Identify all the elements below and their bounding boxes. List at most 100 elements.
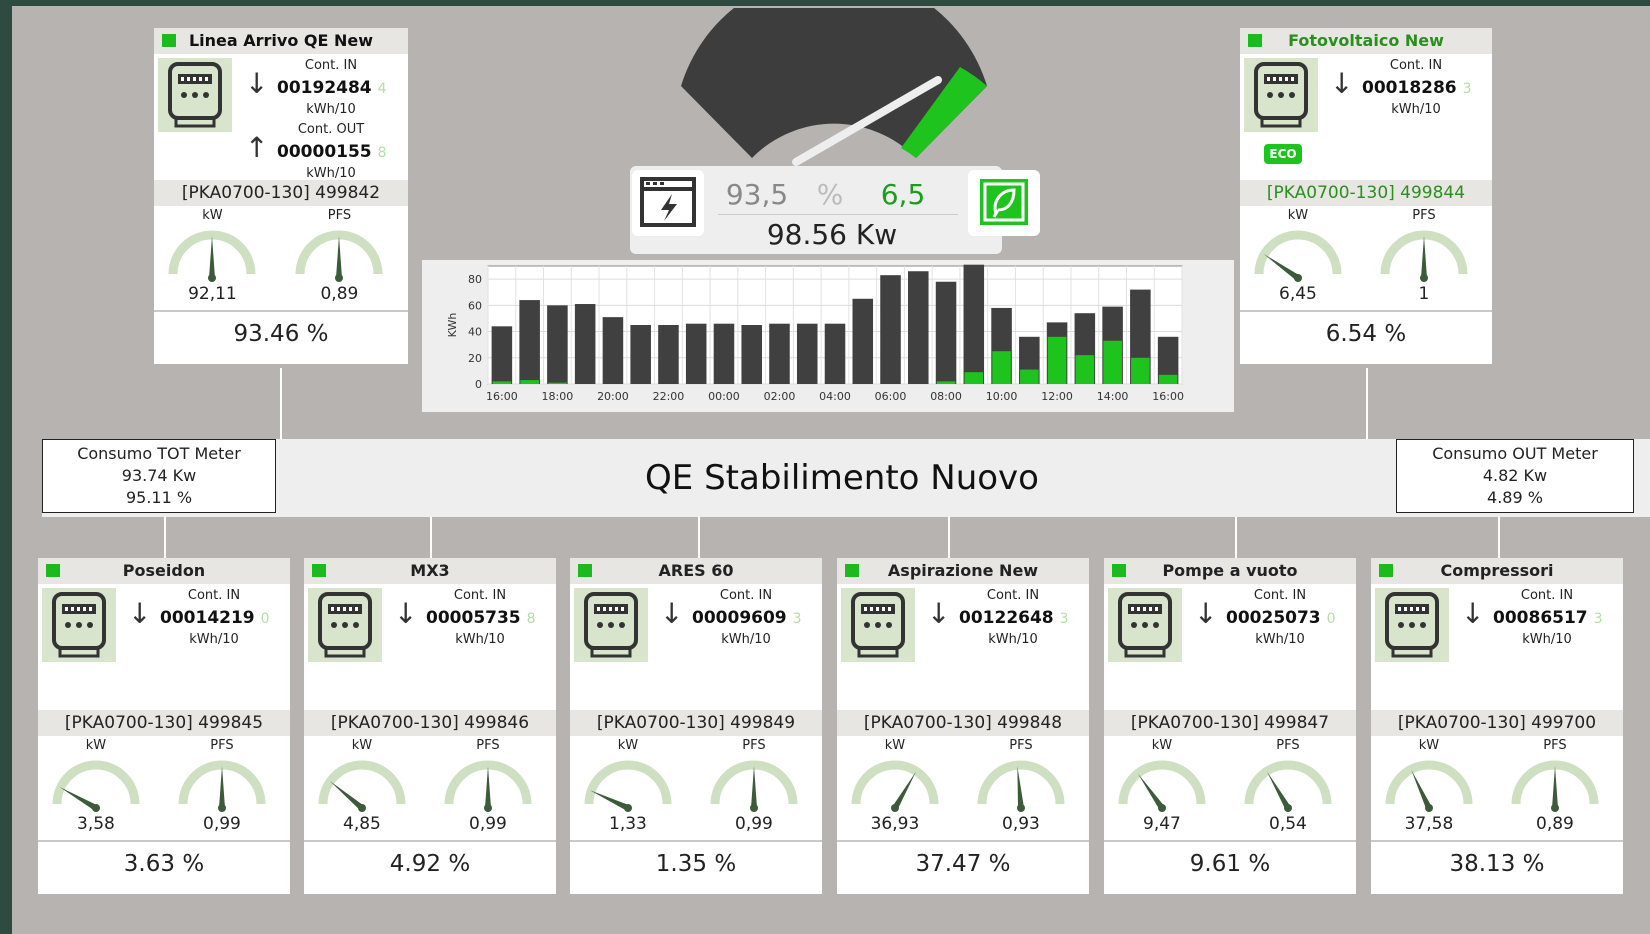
card-header: ARES 60	[570, 558, 822, 584]
meter-card[interactable]: Linea Arrivo QE New ↓ Cont. IN 00192484 4 kWh…	[154, 28, 408, 364]
card-header: MX3	[304, 558, 556, 584]
meter-id: [PKA0700-130] 499842	[154, 180, 408, 206]
pfs-gauge-dial	[444, 760, 532, 812]
pfs-value: 0,89	[1536, 814, 1574, 834]
cont-in-value: 00014219 0	[160, 608, 270, 628]
chart-bar	[685, 323, 707, 384]
connector-line	[164, 516, 166, 562]
percent-sign: %	[816, 178, 844, 211]
cont-in-label: Cont. IN	[453, 588, 507, 603]
cont-in-unit: kWh/10	[988, 632, 1038, 647]
pfs-gauge-dial	[977, 760, 1065, 812]
arrow-down-icon: ↓	[1194, 597, 1218, 630]
chart-bar	[630, 325, 651, 384]
meter-card[interactable]: Compressori ↓ Cont. IN 00086517 3 kWh/10 [PKA0…	[1371, 558, 1623, 894]
cont-in-number: 00025073	[1226, 608, 1321, 628]
chart-bar	[880, 275, 901, 384]
meter-icon-box	[158, 58, 232, 132]
chart-bar-green	[992, 351, 1011, 384]
electric-meter-icon	[584, 592, 638, 658]
cont-in-number: 00192484	[277, 78, 372, 98]
kw-gauge	[167, 226, 257, 288]
arrow-down-icon: ↓	[394, 597, 418, 630]
meter-card[interactable]: Pompe a vuoto ↓ Cont. IN 00025073 0 kWh/10 [PK…	[1104, 558, 1356, 894]
pfs-gauge-dial	[1511, 760, 1599, 812]
meter-card[interactable]: MX3 ↓ Cont. IN 00005735 8 kWh/10 [PKA0700-130]…	[304, 558, 556, 894]
chart-bar	[852, 298, 874, 384]
cont-in-label: Cont. IN	[986, 588, 1040, 603]
chart-x-tick-label: 08:00	[930, 390, 962, 403]
kw-gauge	[583, 756, 673, 818]
kw-value: 37,58	[1404, 814, 1454, 834]
card-header: Linea Arrivo QE New	[154, 28, 408, 54]
electric-meter-icon	[1254, 62, 1308, 128]
kw-value: 6,45	[1279, 284, 1317, 304]
kw-gauge	[850, 756, 940, 818]
chart-bar	[824, 323, 846, 384]
kw-gauge	[1117, 756, 1207, 818]
pfs-gauge	[294, 226, 384, 288]
kw-label: kW	[85, 738, 107, 753]
meter-card[interactable]: Aspirazione New ↓ Cont. IN 00122648 3 kWh/10 […	[837, 558, 1089, 894]
card-title: Poseidon	[122, 561, 206, 580]
cont-in-number: 00018286	[1362, 78, 1457, 98]
pfs-gauge	[1379, 226, 1469, 288]
pfs-gauge	[177, 756, 267, 818]
pfs-gauge-dial	[1244, 760, 1332, 812]
cont-in-unit: kWh/10	[1255, 632, 1305, 647]
chart-bar	[796, 323, 818, 384]
cont-in-decimal: 3	[1059, 611, 1069, 627]
kw-value: 92,11	[188, 284, 237, 304]
card-header: Fotovoltaico New	[1240, 28, 1492, 54]
cont-in-unit: kWh/10	[1522, 632, 1572, 647]
meter-card[interactable]: Poseidon ↓ Cont. IN 00014219 0 kWh/10 [PKA0700…	[38, 558, 290, 894]
kw-value: 3,58	[77, 814, 115, 834]
cont-out-value: 00000155 8	[277, 142, 387, 162]
chart-x-tick-label: 04:00	[819, 390, 851, 403]
pfs-value: 0,99	[469, 814, 507, 834]
kw-label: kW	[617, 738, 639, 753]
kw-gauge-dial	[52, 760, 140, 812]
kw-gauge-dial	[1118, 760, 1206, 812]
connector-line	[1498, 516, 1500, 562]
cont-in-unit: kWh/10	[721, 632, 771, 647]
meter-card[interactable]: Fotovoltaico New ↓ Cont. IN 00018286 3 kWh/10…	[1240, 28, 1492, 364]
electric-meter-icon	[851, 592, 905, 658]
meter-icon-box	[1108, 588, 1182, 662]
pfs-value: 0,89	[320, 284, 359, 304]
cont-in-label: Cont. IN	[719, 588, 773, 603]
kw-value: 1,33	[609, 814, 647, 834]
chart-bar-green	[1075, 355, 1095, 384]
consumo-tot-title: Consumo TOT Meter	[77, 444, 241, 463]
pfs-gauge-dial	[178, 760, 266, 812]
chart-bar-green	[492, 381, 512, 384]
consumo-tot-power: 93.74 Kw	[121, 466, 197, 485]
cont-in-value: 00086517 3	[1493, 608, 1603, 628]
chart-bar-green	[1047, 336, 1067, 384]
chart-y-tick-label: 80	[468, 273, 482, 286]
meter-percent: 4.92 %	[304, 840, 556, 884]
card-title: ARES 60	[658, 561, 734, 580]
connector-line	[280, 368, 282, 440]
pfs-label: PFS	[327, 208, 352, 223]
chart-y-tick-label: 0	[475, 378, 482, 391]
cont-in-number: 00005735	[426, 608, 521, 628]
energy-bar-chart: 0 20 40 60 80 KWh 16:00 18:00 20:00 22:00 00:00 02:…	[446, 264, 1184, 403]
kw-gauge	[1384, 756, 1474, 818]
arrow-down-icon: ↓	[245, 67, 269, 100]
cont-in-label: Cont. IN	[1520, 588, 1574, 603]
meter-icon-box	[42, 588, 116, 662]
kw-value: 9,47	[1143, 814, 1181, 834]
cont-in-decimal: 0	[260, 611, 270, 627]
electric-meter-icon	[168, 62, 222, 128]
meter-card[interactable]: ARES 60 ↓ Cont. IN 00009609 3 kWh/10 [PKA0700-…	[570, 558, 822, 894]
meter-percent: 3.63 %	[38, 840, 290, 884]
meter-id: [PKA0700-130] 499846	[304, 710, 556, 736]
kw-gauge	[317, 756, 407, 818]
kw-label: kW	[1151, 738, 1173, 753]
pfs-label: PFS	[742, 738, 766, 753]
pfs-label: PFS	[1543, 738, 1567, 753]
chart-bar-green	[1103, 340, 1122, 384]
card-title: Aspirazione New	[887, 561, 1039, 580]
percent-green: 6,5	[880, 178, 926, 211]
